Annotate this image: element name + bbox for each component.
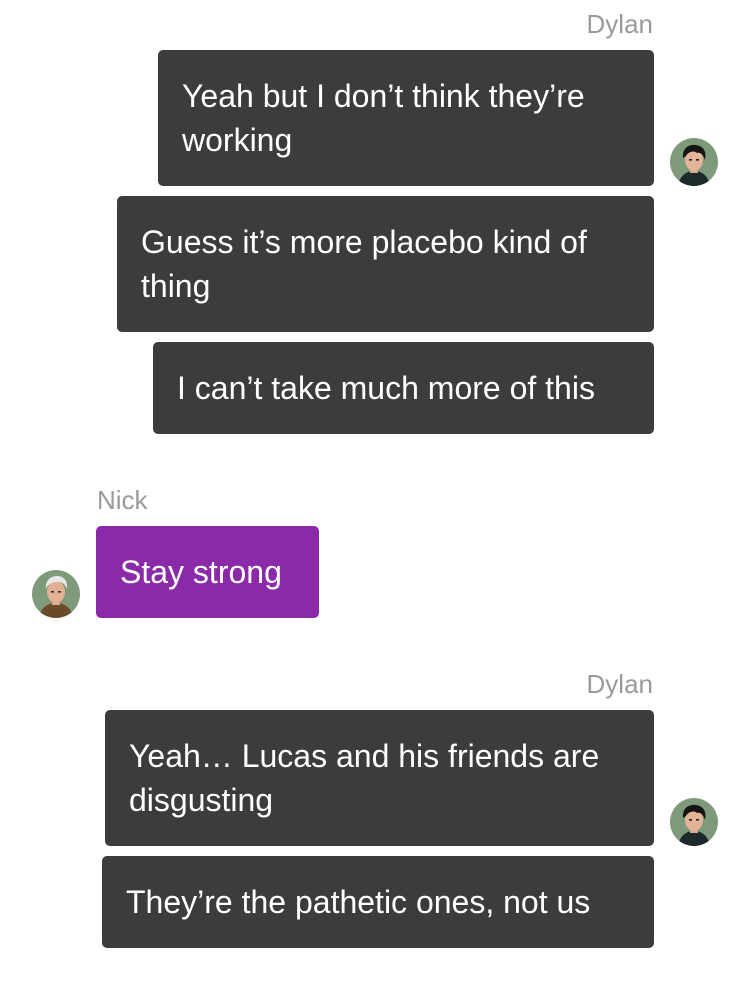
sender-name: Dylan <box>586 669 653 699</box>
message-text: Yeah… Lucas and his friends are disgusti… <box>129 738 600 818</box>
message-text: Stay strong <box>120 554 282 590</box>
message-bubble[interactable]: Yeah but I don’t think they’re working <box>158 50 654 186</box>
message-bubble[interactable]: Yeah… Lucas and his friends are disgusti… <box>105 710 654 846</box>
sender-name: Dylan <box>586 9 653 39</box>
message-bubble[interactable]: Stay strong <box>96 526 319 618</box>
dylan-avatar-icon[interactable] <box>670 138 718 186</box>
message-text: Yeah but I don’t think they’re working <box>182 78 585 158</box>
message-bubble[interactable]: I can’t take much more of this <box>153 342 654 434</box>
dylan-avatar-icon[interactable] <box>670 798 718 846</box>
nick-avatar-icon[interactable] <box>32 570 80 618</box>
sender-name: Nick <box>97 485 148 515</box>
message-text: I can’t take much more of this <box>177 370 595 406</box>
message-text: Guess it’s more placebo kind of thing <box>141 224 587 304</box>
message-bubble[interactable]: Guess it’s more placebo kind of thing <box>117 196 654 332</box>
message-bubble[interactable]: They’re the pathetic ones, not us <box>102 856 654 948</box>
message-text: They’re the pathetic ones, not us <box>126 884 591 920</box>
